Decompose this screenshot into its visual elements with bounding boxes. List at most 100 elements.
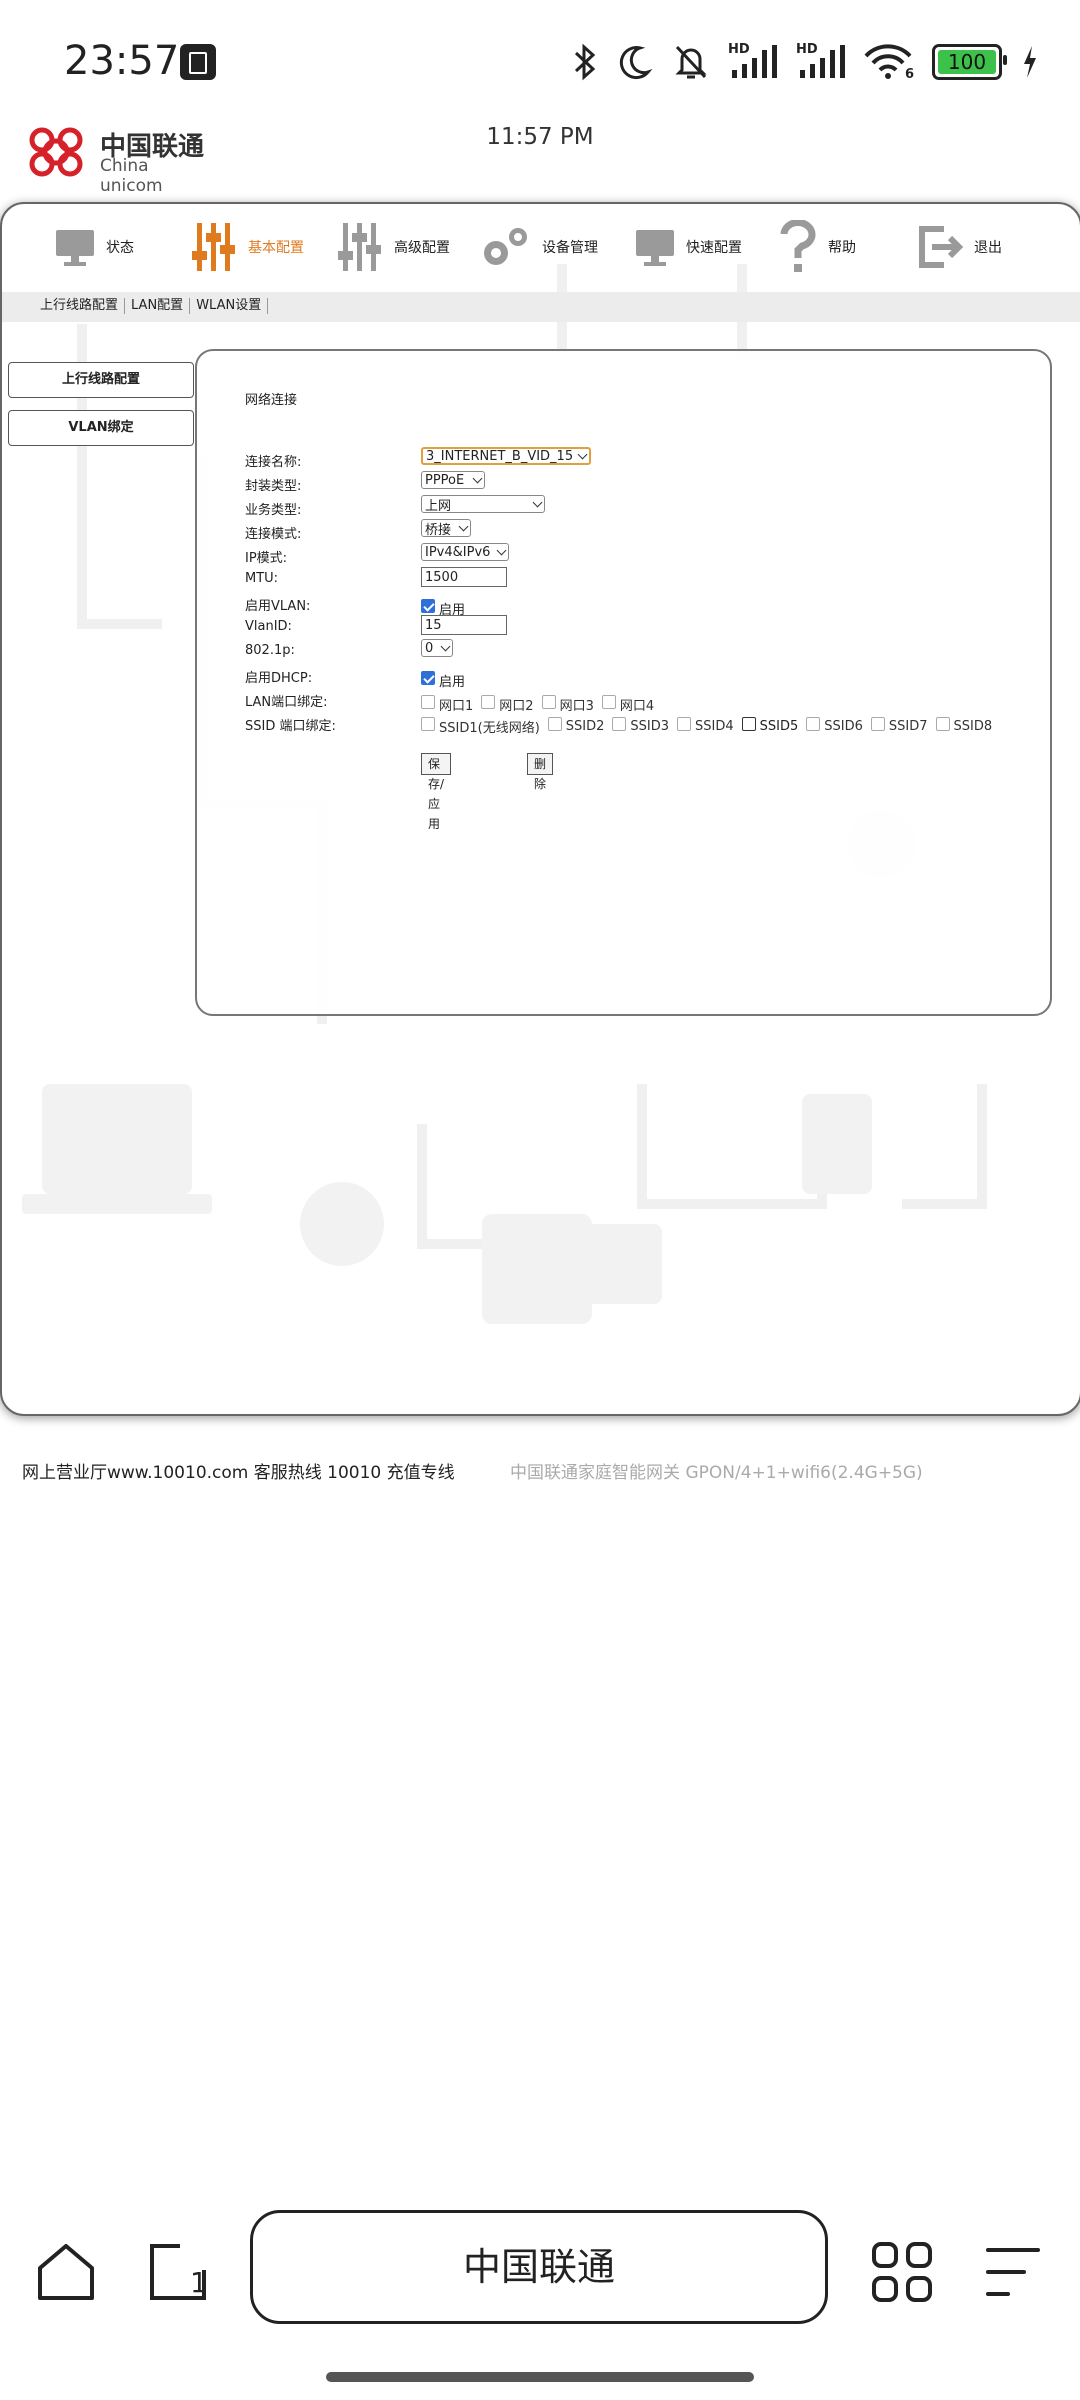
nav-status-label: 状态: [106, 240, 134, 256]
connection-name-value: 3_INTERNET_B_VID_15: [426, 448, 574, 464]
section-title: 网络连接: [245, 393, 298, 408]
connection-mode-label: 连接模式:: [245, 527, 302, 542]
connection-mode-value: 桥接: [425, 522, 452, 538]
ssid7-checkbox[interactable]: [870, 716, 885, 731]
mtu-input[interactable]: 1500: [421, 567, 507, 587]
vlan-enable-checkbox[interactable]: [421, 598, 435, 613]
ssid1-checkbox[interactable]: [421, 716, 435, 731]
nav-quick-config-label: 快速配置: [686, 240, 742, 256]
mtu-label: MTU:: [245, 571, 279, 586]
ssid2-checkbox[interactable]: [547, 716, 562, 731]
ssid5-checkbox[interactable]: [741, 716, 756, 731]
gears-icon: [484, 228, 527, 265]
router-admin-frame: 状态 基本配置 高级配置 设备管理 快速配置 帮助 退出 上行线路配置 LAN配…: [0, 202, 1080, 1416]
monitor-quick-icon: [636, 230, 674, 266]
dhcp-enable-checkbox[interactable]: [421, 670, 435, 685]
nav-basic-config[interactable]: 基本配置: [192, 212, 304, 282]
nav-device-management[interactable]: 设备管理: [480, 212, 598, 282]
connection-name-label: 连接名称:: [245, 455, 302, 470]
nav-advanced-config[interactable]: 高级配置: [338, 212, 450, 282]
chevron-down-icon: [496, 545, 507, 555]
page-time: 11:57 PM: [486, 124, 594, 150]
service-type-value: 上网: [425, 498, 452, 514]
chevron-down-icon: [472, 473, 483, 483]
save-apply-button[interactable]: 保存/应用: [421, 753, 452, 831]
subnav-uplink[interactable]: 上行线路配置: [40, 298, 126, 314]
delete-button[interactable]: 删除: [527, 753, 554, 791]
ssid8-checkbox[interactable]: [935, 716, 950, 731]
nav-logout-label: 退出: [974, 240, 1002, 256]
sidebar-item-vlan-binding[interactable]: VLAN绑定: [8, 410, 194, 446]
ssid-bind-label: SSID 端口绑定:: [245, 719, 336, 734]
chevron-down-icon: [577, 449, 588, 459]
menu-icon[interactable]: [982, 2240, 1046, 2304]
dhcp-enable-label: 启用DHCP:: [245, 671, 313, 686]
mtu-value: 1500: [425, 569, 459, 585]
ip-mode-select[interactable]: IPv4&IPv6: [421, 543, 509, 561]
status-time: 23:57: [64, 38, 180, 84]
moon-icon: [619, 46, 653, 80]
nav-quick-config[interactable]: 快速配置: [634, 212, 742, 282]
service-type-label: 业务类型:: [245, 503, 302, 518]
nav-status[interactable]: 状态: [54, 212, 134, 282]
ssid3-checkbox[interactable]: [612, 716, 627, 731]
connection-name-select[interactable]: 3_INTERNET_B_VID_15: [421, 447, 591, 465]
config-panel: 网络连接 连接名称: 3_INTERNET_B_VID_15 封装类型: PPP…: [195, 349, 1052, 1016]
bluetooth-icon: [574, 43, 596, 81]
wifi-standard-label: 6: [904, 67, 914, 82]
p8021-label: 802.1p:: [245, 643, 295, 658]
subnav-lan[interactable]: LAN配置: [125, 298, 191, 314]
wifi6-icon: 6: [864, 42, 914, 82]
lan-port-1-checkbox[interactable]: [421, 694, 435, 709]
p8021-select[interactable]: 0: [421, 639, 453, 657]
vlanid-value: 15: [425, 617, 442, 633]
ssid1-label: SSID1(无线网络): [439, 721, 540, 736]
ip-mode-value: IPv4&IPv6: [425, 544, 491, 560]
charging-icon: [1024, 46, 1036, 78]
p8021-value: 0: [425, 640, 434, 656]
chevron-down-icon: [532, 497, 543, 507]
vlanid-label: VlanID:: [245, 619, 292, 634]
ssid8-label: SSID8: [953, 719, 993, 734]
connection-mode-select[interactable]: 桥接: [421, 519, 471, 538]
sub-nav: 上行线路配置 LAN配置 WLAN设置: [2, 292, 1080, 322]
address-bar[interactable]: 中国联通: [250, 2210, 828, 2324]
home-icon[interactable]: [34, 2240, 98, 2304]
nav-logout[interactable]: 退出: [918, 212, 1002, 282]
sliders-advanced-icon: [338, 223, 381, 271]
encap-type-label: 封装类型:: [245, 479, 302, 494]
page-footer: 网上营业厅www.10010.com 客服热线 10010 充值专线 中国联通家…: [22, 1458, 923, 1483]
lan-bind-label: LAN端口绑定:: [245, 695, 328, 710]
nav-basic-config-label: 基本配置: [248, 240, 304, 256]
battery-level: 100: [947, 50, 987, 74]
ssid4-checkbox[interactable]: [677, 716, 692, 731]
ssid3-label: SSID3: [630, 719, 670, 734]
lan-port-3-checkbox[interactable]: [541, 694, 556, 709]
signal-hd-icon: HD: [796, 42, 846, 82]
logo-text-en: China unicom: [100, 156, 163, 196]
lan-port-4-checkbox[interactable]: [601, 694, 616, 709]
sidebar-item-uplink[interactable]: 上行线路配置: [8, 362, 194, 398]
apps-grid-icon[interactable]: [870, 2240, 934, 2304]
chevron-down-icon: [458, 521, 469, 531]
exit-icon: [919, 226, 964, 268]
encap-type-value: PPPoE: [425, 472, 465, 488]
service-type-select[interactable]: 上网: [421, 495, 545, 514]
tabs-icon[interactable]: 1: [146, 2240, 210, 2304]
vlan-enable-label: 启用VLAN:: [245, 599, 311, 614]
ssid6-checkbox[interactable]: [806, 716, 821, 731]
monitor-icon: [56, 230, 94, 266]
home-indicator[interactable]: [326, 2372, 754, 2382]
top-nav: 状态 基本配置 高级配置 设备管理 快速配置 帮助 退出: [2, 204, 1080, 292]
battery-icon: 100: [932, 44, 1007, 80]
vlanid-input[interactable]: 15: [421, 615, 507, 635]
lan-port-2-checkbox[interactable]: [481, 694, 496, 709]
encap-type-select[interactable]: PPPoE: [421, 471, 485, 489]
subnav-wlan[interactable]: WLAN设置: [190, 298, 269, 314]
nav-help[interactable]: 帮助: [778, 212, 856, 282]
ip-mode-label: IP模式:: [245, 551, 288, 566]
sliders-icon: [192, 223, 235, 271]
footer-device-info: 中国联通家庭智能网关 GPON/4+1+wifi6(2.4G+5G): [510, 1463, 923, 1483]
browser-bottom-bar: 1 中国联通: [0, 2200, 1080, 2340]
ssid6-label: SSID6: [824, 719, 863, 734]
